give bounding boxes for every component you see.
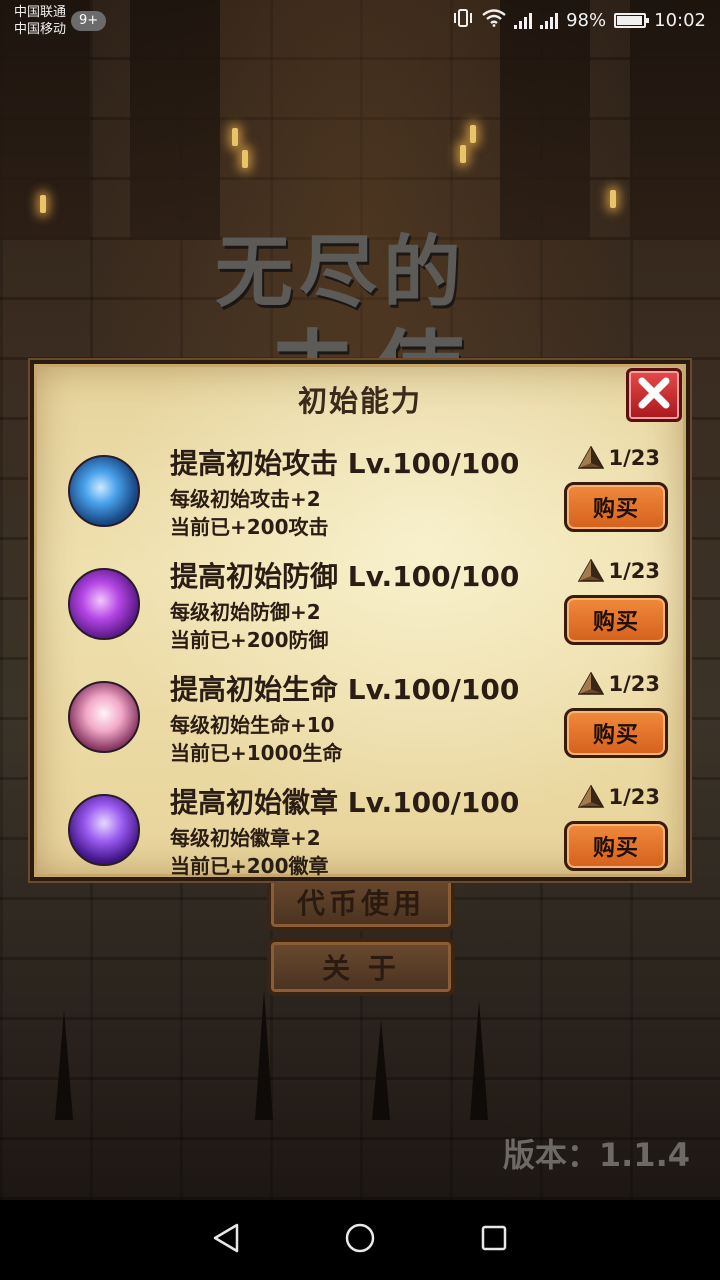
ability-per-level: 每级初始生命+10 <box>170 713 335 737</box>
close-x-icon <box>634 373 674 417</box>
carrier-info: 中国联通 中国移动 <box>14 4 66 38</box>
wifi-icon <box>482 9 506 32</box>
ability-row-attack: 提高初始攻击 Lv.100/100 每级初始攻击+2 当前已+200攻击 1/2… <box>34 438 686 550</box>
candle-decoration <box>242 150 248 168</box>
spike-decoration <box>372 1020 390 1120</box>
defense-skill-icon <box>68 568 140 640</box>
version-label: 版本：1.1.4 <box>502 1136 690 1174</box>
about-button[interactable]: 关 于 <box>267 938 455 996</box>
cost-text: 1/23 <box>608 446 660 470</box>
ability-current-bonus: 当前已+1000生命 <box>170 741 343 765</box>
spike-decoration <box>55 1010 73 1120</box>
pyramid-gem-icon <box>578 784 605 809</box>
recents-icon <box>479 1223 509 1257</box>
cost-text: 1/23 <box>608 785 660 809</box>
ability-per-level: 每级初始徽章+2 <box>170 826 321 850</box>
status-indicators: 98% 10:02 <box>452 9 706 32</box>
ability-cost: 1/23 <box>578 784 660 809</box>
signal-2g-icon <box>540 12 559 29</box>
clock: 10:02 <box>654 10 706 31</box>
ability-per-level: 每级初始防御+2 <box>170 600 321 624</box>
pyramid-gem-icon <box>578 671 605 696</box>
spike-decoration <box>470 1000 488 1120</box>
battery-percent: 98% <box>566 10 607 31</box>
spike-decoration <box>255 990 273 1120</box>
attack-skill-icon <box>68 455 140 527</box>
pyramid-gem-icon <box>578 558 605 583</box>
navigation-bar <box>0 1200 720 1280</box>
buy-badge-button[interactable]: 购买 <box>564 821 668 871</box>
ability-per-level: 每级初始攻击+2 <box>170 487 321 511</box>
buy-attack-button[interactable]: 购买 <box>564 482 668 532</box>
home-button[interactable] <box>342 1222 378 1258</box>
ability-cost: 1/23 <box>578 558 660 583</box>
carrier-1: 中国联通 <box>14 5 67 20</box>
candle-decoration <box>460 145 466 163</box>
badge-skill-icon <box>68 794 140 866</box>
ability-cost: 1/23 <box>578 671 660 696</box>
ability-name: 提高初始生命 Lv.100/100 <box>170 673 520 706</box>
ability-name: 提高初始防御 Lv.100/100 <box>170 560 520 593</box>
battery-icon <box>614 13 650 28</box>
status-bar: 中国联通 中国移动 9+ 98% 10:02 <box>0 0 720 42</box>
close-button[interactable] <box>626 368 682 422</box>
candle-decoration <box>610 190 616 208</box>
vibrate-icon <box>452 9 474 32</box>
back-button[interactable] <box>208 1222 244 1258</box>
life-skill-icon <box>68 681 140 753</box>
buy-life-button[interactable]: 购买 <box>564 708 668 758</box>
ability-row-defense: 提高初始防御 Lv.100/100 每级初始防御+2 当前已+200防御 1/2… <box>34 551 686 663</box>
pyramid-gem-icon <box>578 445 605 470</box>
buy-defense-button[interactable]: 购买 <box>564 595 668 645</box>
initial-ability-dialog: 初始能力 提高初始攻击 Lv.100/100 每级初始攻击+2 当前已+200攻… <box>30 360 690 881</box>
cost-text: 1/23 <box>608 559 660 583</box>
dialog-title: 初始能力 <box>297 384 422 418</box>
home-icon <box>344 1222 376 1258</box>
ability-current-bonus: 当前已+200攻击 <box>170 515 329 539</box>
ability-row-life: 提高初始生命 Lv.100/100 每级初始生命+10 当前已+1000生命 1… <box>34 664 686 776</box>
game-title-line-2: 一击使 <box>160 300 590 366</box>
ability-current-bonus: 当前已+200徽章 <box>170 854 329 878</box>
ability-cost: 1/23 <box>578 445 660 470</box>
recents-button[interactable] <box>476 1222 512 1258</box>
ability-row-badge: 提高初始徽章 Lv.100/100 每级初始徽章+2 当前已+200徽章 1/2… <box>34 777 686 889</box>
carrier-2: 中国移动 <box>14 22 67 37</box>
signal-3g-icon <box>514 12 533 29</box>
candle-decoration <box>232 128 238 146</box>
cost-text: 1/23 <box>608 672 660 696</box>
notification-badge: 9+ <box>71 11 107 31</box>
ability-name: 提高初始攻击 Lv.100/100 <box>170 447 520 480</box>
candle-decoration <box>40 195 46 213</box>
ability-name: 提高初始徽章 Lv.100/100 <box>170 786 520 819</box>
candle-decoration <box>470 125 476 143</box>
back-icon <box>211 1222 241 1258</box>
ability-current-bonus: 当前已+200防御 <box>170 628 329 652</box>
